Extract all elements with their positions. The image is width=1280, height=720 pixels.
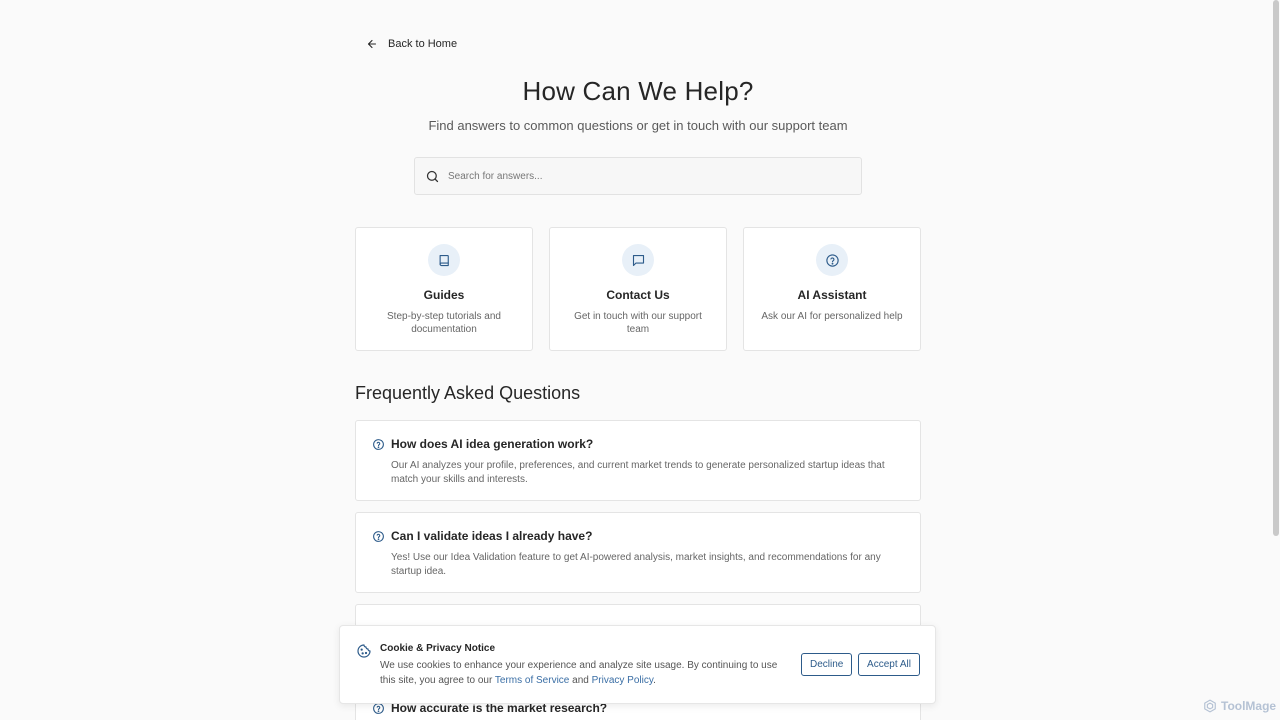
card-title: AI Assistant <box>797 288 867 302</box>
cookie-text: We use cookies to enhance your experienc… <box>380 658 794 688</box>
chat-icon <box>632 254 644 266</box>
card-description: Ask our AI for personalized help <box>761 311 903 322</box>
privacy-policy-link[interactable]: Privacy Policy <box>592 675 654 686</box>
help-circle-icon <box>373 530 384 542</box>
help-circle-icon <box>825 253 839 267</box>
card-ai-assistant[interactable]: AI Assistant Ask our AI for personalized… <box>743 227 921 351</box>
search-input[interactable] <box>448 170 848 182</box>
watermark-label: ToolMage <box>1221 699 1277 713</box>
page-subtitle: Find answers to common questions or get … <box>428 118 848 133</box>
faq-heading: Frequently Asked Questions <box>355 383 581 403</box>
card-title: Guides <box>423 288 465 302</box>
cookie-icon <box>357 644 371 658</box>
card-guides[interactable]: Guides Step-by-step tutorials and docume… <box>355 227 533 351</box>
card-description: Get in touch with our support team <box>574 311 702 335</box>
card-icon-wrapper <box>816 244 848 276</box>
page-title: How Can We Help? <box>522 76 754 106</box>
watermark: ToolMage <box>1203 699 1276 713</box>
accept-all-button[interactable]: Accept All <box>858 653 920 676</box>
back-to-home-link[interactable]: Back to Home <box>366 38 457 50</box>
decline-button[interactable]: Decline <box>801 653 852 676</box>
card-title: Contact Us <box>606 288 670 302</box>
faq-question: How does AI idea generation work? <box>372 437 904 451</box>
faq-question-text: Can I validate ideas I already have? <box>391 529 593 543</box>
cookie-text-period: . <box>653 675 656 686</box>
faq-item[interactable]: Can I validate ideas I already have? Yes… <box>355 512 921 593</box>
help-circle-icon <box>373 438 384 450</box>
card-icon-wrapper <box>428 244 460 276</box>
search-icon <box>426 170 439 182</box>
faq-answer: Yes! Use our Idea Validation feature to … <box>391 552 881 577</box>
card-description: Step-by-step tutorials and documentation <box>387 311 501 335</box>
cookie-title: Cookie & Privacy Notice <box>380 643 496 654</box>
faq-item[interactable]: How does AI idea generation work? Our AI… <box>355 420 921 501</box>
back-to-home-label: Back to Home <box>388 38 458 50</box>
cookie-text-and: and <box>569 675 592 686</box>
terms-of-service-link[interactable]: Terms of Service <box>495 675 569 686</box>
search-box[interactable] <box>414 157 862 195</box>
faq-question: Can I validate ideas I already have? <box>372 529 904 543</box>
scrollbar[interactable] <box>1272 0 1280 720</box>
cookie-banner: Cookie & Privacy Notice We use cookies t… <box>339 625 936 704</box>
card-icon-wrapper <box>622 244 654 276</box>
card-contact-us[interactable]: Contact Us Get in touch with our support… <box>549 227 727 351</box>
book-icon <box>439 254 449 266</box>
help-cards: Guides Step-by-step tutorials and docume… <box>355 227 921 351</box>
toolmage-logo-icon <box>1204 699 1216 713</box>
scrollbar-thumb[interactable] <box>1273 0 1279 536</box>
faq-question-text: How does AI idea generation work? <box>391 437 594 451</box>
faq-answer: Our AI analyzes your profile, preference… <box>391 460 885 485</box>
arrow-left-icon <box>367 39 377 49</box>
